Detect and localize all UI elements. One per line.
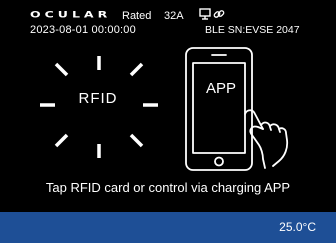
- rfid-burst-icon: [40, 56, 158, 158]
- rated-current-value: 32A: [164, 10, 184, 22]
- rated-label: Rated: [122, 10, 152, 22]
- monitor-icon: [199, 8, 211, 20]
- temperature-reading: 25.0°C: [279, 220, 316, 234]
- app-label: APP: [205, 80, 236, 97]
- status-bar: 25.0°C: [0, 212, 336, 243]
- instruction-text: Tap RFID card or control via charging AP…: [45, 180, 291, 195]
- date-time: 2023-08-01 00:00:00: [30, 24, 136, 36]
- rfid-label: RFID: [78, 90, 118, 107]
- brand-logo: OCULAR: [30, 9, 112, 20]
- ble-serial-number: BLE SN:EVSE 2047: [205, 24, 300, 36]
- phone-with-hand-icon: [185, 47, 289, 171]
- link-icon: [213, 10, 225, 18]
- charger-display: OCULAR Rated 32A 2023-08-01 00:00:00 BLE…: [0, 0, 336, 243]
